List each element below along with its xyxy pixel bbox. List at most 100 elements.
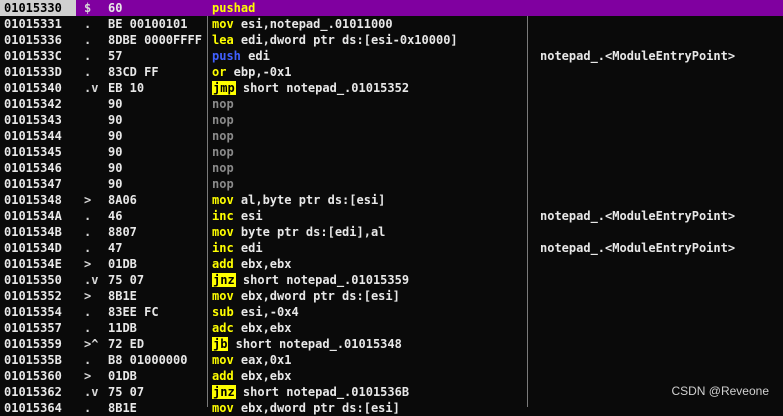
mnemonic: mov bbox=[212, 289, 234, 303]
address-cell[interactable]: 01015347 bbox=[0, 176, 76, 192]
instruction-cell[interactable]: or ebp,-0x1 bbox=[212, 64, 527, 80]
instruction-cell[interactable]: mov byte ptr ds:[edi],al bbox=[212, 224, 527, 240]
address-cell[interactable]: 01015344 bbox=[0, 128, 76, 144]
instruction-cell[interactable]: sub esi,-0x4 bbox=[212, 304, 527, 320]
address-cell[interactable]: 01015354 bbox=[0, 304, 76, 320]
instruction-cell[interactable]: add ebx,ebx bbox=[212, 256, 527, 272]
mnemonic: add bbox=[212, 369, 234, 383]
instruction-cell[interactable]: push edi bbox=[212, 48, 527, 64]
instruction-row[interactable]: 0101534E >01DB add ebx,ebx bbox=[0, 256, 783, 272]
jump-marker bbox=[84, 96, 104, 112]
disassembly-listing[interactable]: 01015330 $60 pushad 01015331. BE 00100101 mov… bbox=[0, 0, 783, 415]
address-cell[interactable]: 01015331 bbox=[0, 16, 76, 32]
address-cell[interactable]: 01015342 bbox=[0, 96, 76, 112]
instruction-row[interactable]: 01015354. 83EE FC sub esi,-0x4 bbox=[0, 304, 783, 320]
hex-bytes-cell: EB 10 bbox=[108, 81, 145, 95]
hex-bytes-cell: 75 07 bbox=[108, 273, 145, 287]
mnemonic: mov bbox=[212, 353, 234, 367]
instruction-cell[interactable]: mov ebx,dword ptr ds:[esi] bbox=[212, 288, 527, 304]
instruction-cell[interactable]: nop bbox=[212, 144, 527, 160]
instruction-cell[interactable]: adc ebx,ebx bbox=[212, 320, 527, 336]
instruction-cell[interactable]: mov al,byte ptr ds:[esi] bbox=[212, 192, 527, 208]
selected-instruction-row[interactable]: 01015330 $60 pushad bbox=[0, 0, 783, 16]
instruction-row[interactable]: 01015347 90 nop bbox=[0, 176, 783, 192]
hex-bytes-cell: 46 bbox=[108, 209, 123, 223]
address-cell[interactable]: 0101535B bbox=[0, 352, 76, 368]
comment-cell bbox=[540, 304, 780, 320]
jump-marker: . bbox=[84, 353, 92, 367]
address-cell[interactable]: 0101533C bbox=[0, 48, 76, 64]
instruction-cell[interactable]: nop bbox=[212, 128, 527, 144]
instruction-row[interactable]: 01015350 .v 75 07 jnz short notepad_.010153… bbox=[0, 272, 783, 288]
instruction-row[interactable]: 0101533D. 83CD FF or ebp,-0x1 bbox=[0, 64, 783, 80]
address-cell[interactable]: 01015350 bbox=[0, 272, 76, 288]
instruction-row[interactable]: 01015345 90 nop bbox=[0, 144, 783, 160]
instruction-row[interactable]: 0101534B. 8807 mov byte ptr ds:[edi],al bbox=[0, 224, 783, 240]
address-cell[interactable]: 01015343 bbox=[0, 112, 76, 128]
instruction-cell[interactable]: pushad bbox=[212, 0, 527, 16]
instruction-cell[interactable]: nop bbox=[212, 112, 527, 128]
instruction-row[interactable]: 01015362 .v 75 07 jnz short notepad_.010153… bbox=[0, 384, 783, 400]
instruction-row[interactable]: 01015360 >01DB add ebx,ebx bbox=[0, 368, 783, 384]
address-cell[interactable]: 01015330 bbox=[0, 0, 76, 16]
instruction-row[interactable]: 01015340 .v EB 10 jmp short notepad_.010153… bbox=[0, 80, 783, 96]
instruction-row[interactable]: 01015364. 8B1E mov ebx,dword ptr ds:[esi] bbox=[0, 400, 783, 416]
instruction-cell[interactable]: nop bbox=[212, 176, 527, 192]
instruction-cell[interactable]: jmp short notepad_.01015352 bbox=[212, 80, 527, 96]
instruction-cell[interactable]: mov eax,0x1 bbox=[212, 352, 527, 368]
instruction-cell[interactable]: add ebx,ebx bbox=[212, 368, 527, 384]
instruction-cell[interactable]: inc esi bbox=[212, 208, 527, 224]
operands: edi bbox=[240, 49, 270, 63]
instruction-row[interactable]: 0101533C. 57 push edi notepad_.<ModuleEntry… bbox=[0, 48, 783, 64]
address-cell[interactable]: 01015357 bbox=[0, 320, 76, 336]
comment-cell bbox=[540, 32, 780, 48]
instruction-cell[interactable]: inc edi bbox=[212, 240, 527, 256]
instruction-row[interactable]: 01015342 90 nop bbox=[0, 96, 783, 112]
mnemonic: mov bbox=[212, 193, 234, 207]
address-cell[interactable]: 0101534E bbox=[0, 256, 76, 272]
operands: esi,notepad_.01011000 bbox=[233, 17, 393, 31]
instruction-row[interactable]: 0101534A. 46 inc esi notepad_.<ModuleEntryP… bbox=[0, 208, 783, 224]
instruction-row[interactable]: 01015357. 11DB adc ebx,ebx bbox=[0, 320, 783, 336]
address-cell[interactable]: 01015346 bbox=[0, 160, 76, 176]
address-cell[interactable]: 0101533D bbox=[0, 64, 76, 80]
instruction-row[interactable]: 01015343 90 nop bbox=[0, 112, 783, 128]
address-cell[interactable]: 01015340 bbox=[0, 80, 76, 96]
comment-cell: notepad_.<ModuleEntryPoint> bbox=[540, 209, 736, 223]
address-cell[interactable]: 01015362 bbox=[0, 384, 76, 400]
instruction-cell[interactable]: jnz short notepad_.0101536B bbox=[212, 384, 527, 400]
instruction-row[interactable]: 0101535B. B8 01000000 mov eax,0x1 bbox=[0, 352, 783, 368]
instruction-cell[interactable]: nop bbox=[212, 160, 527, 176]
address-cell[interactable]: 01015359 bbox=[0, 336, 76, 352]
instruction-row[interactable]: 01015331. BE 00100101 mov esi,notepad_.010… bbox=[0, 16, 783, 32]
hex-bytes-cell: 90 bbox=[108, 145, 123, 159]
jump-marker bbox=[84, 176, 104, 192]
address-cell[interactable]: 0101534D bbox=[0, 240, 76, 256]
address-cell[interactable]: 01015348 bbox=[0, 192, 76, 208]
address-cell[interactable]: 0101534A bbox=[0, 208, 76, 224]
instruction-row[interactable]: 01015336. 8DBE 0000FFFF lea edi,dword ptr … bbox=[0, 32, 783, 48]
instruction-row[interactable]: 01015346 90 nop bbox=[0, 160, 783, 176]
instruction-row[interactable]: 01015359 >^ 72 ED jb short notepad_.0101534… bbox=[0, 336, 783, 352]
comment-cell bbox=[540, 192, 780, 208]
address-cell[interactable]: 01015345 bbox=[0, 144, 76, 160]
instruction-row[interactable]: 01015344 90 nop bbox=[0, 128, 783, 144]
instruction-row[interactable]: 0101534D. 47 inc edi notepad_.<ModuleEntryP… bbox=[0, 240, 783, 256]
instruction-cell[interactable]: mov ebx,dword ptr ds:[esi] bbox=[212, 400, 527, 416]
mnemonic: nop bbox=[212, 177, 234, 191]
jump-marker: > bbox=[84, 193, 92, 207]
jump-marker: . bbox=[84, 33, 92, 47]
address-cell[interactable]: 01015360 bbox=[0, 368, 76, 384]
address-cell[interactable]: 0101534B bbox=[0, 224, 76, 240]
instruction-cell[interactable]: jnz short notepad_.01015359 bbox=[212, 272, 527, 288]
address-cell[interactable]: 01015364 bbox=[0, 400, 76, 416]
instruction-cell[interactable]: lea edi,dword ptr ds:[esi-0x10000] bbox=[212, 32, 527, 48]
instruction-cell[interactable]: jb short notepad_.01015348 bbox=[212, 336, 527, 352]
address-cell[interactable]: 01015352 bbox=[0, 288, 76, 304]
instruction-cell[interactable]: nop bbox=[212, 96, 527, 112]
instruction-row[interactable]: 01015352 >8B1E mov ebx,dword ptr ds:[esi] bbox=[0, 288, 783, 304]
instruction-cell[interactable]: mov esi,notepad_.01011000 bbox=[212, 16, 527, 32]
hex-bytes-cell: 8B1E bbox=[108, 289, 137, 303]
instruction-row[interactable]: 01015348 >8A06 mov al,byte ptr ds:[esi] bbox=[0, 192, 783, 208]
address-cell[interactable]: 01015336 bbox=[0, 32, 76, 48]
